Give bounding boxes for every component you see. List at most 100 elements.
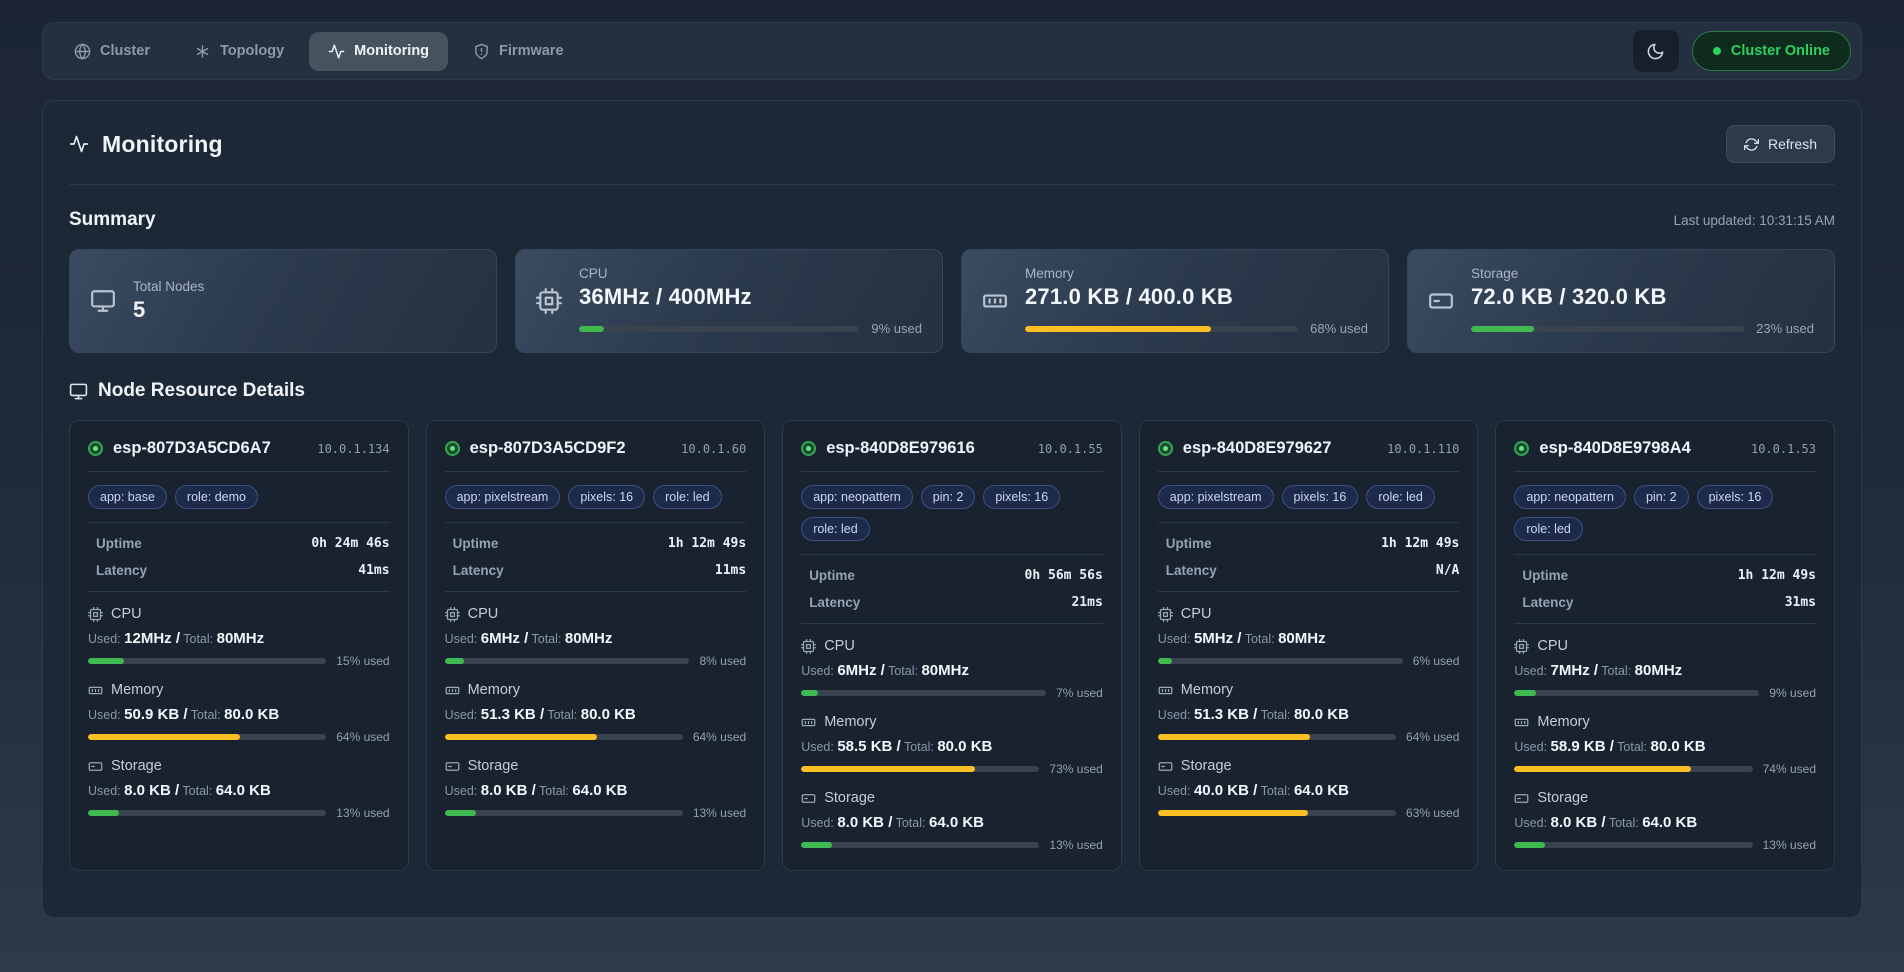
tab-topology[interactable]: Topology <box>175 32 303 71</box>
node-tag: role: led <box>801 517 869 541</box>
percent-used-label: 68% used <box>1310 321 1368 336</box>
percent-used-label: 13% used <box>1049 838 1102 852</box>
progress-track <box>1158 810 1396 816</box>
node-card: esp-840D8E979627 10.0.1.110 app: pixelst… <box>1139 420 1479 871</box>
tab-firmware[interactable]: Firmware <box>454 32 582 71</box>
divider <box>1514 471 1816 472</box>
divider <box>445 471 747 472</box>
memory-icon <box>445 683 460 698</box>
node-name: esp-840D8E979627 <box>1183 439 1332 458</box>
cluster-status-badge[interactable]: Cluster Online <box>1692 31 1851 71</box>
summary-heading: Summary <box>69 209 156 231</box>
latency-value: N/A <box>1436 563 1459 578</box>
total-value: 80MHz <box>1278 630 1326 647</box>
percent-used-label: 13% used <box>336 806 389 820</box>
uptime-label: Uptime <box>1166 536 1212 551</box>
summary-card-label: Total Nodes <box>133 279 476 294</box>
resource-progress: 64% used <box>1158 730 1460 744</box>
latency-value: 31ms <box>1785 595 1816 610</box>
progress-track <box>1158 734 1396 740</box>
node-tag: pixels: 16 <box>983 485 1060 509</box>
progress-track <box>801 842 1039 848</box>
resource-usage: Used: 8.0 KB / Total: 64.0 KB <box>1514 814 1816 831</box>
page-title: Monitoring <box>102 131 223 158</box>
total-value: 80MHz <box>217 630 265 647</box>
percent-used-label: 6% used <box>1413 654 1460 668</box>
percent-used-label: 15% used <box>336 654 389 668</box>
percent-used-label: 64% used <box>336 730 389 744</box>
refresh-label: Refresh <box>1768 136 1817 152</box>
resource-section: CPU Used: 6MHz / Total: 80MHz 8% used <box>445 606 747 668</box>
progress-track <box>445 658 690 664</box>
uptime-row: Uptime 1h 12m 49s <box>1158 536 1460 551</box>
progress-fill <box>1514 690 1536 696</box>
resource-usage: Used: 58.5 KB / Total: 80.0 KB <box>801 738 1103 755</box>
latency-label: Latency <box>1166 563 1217 578</box>
latency-row: Latency 31ms <box>1514 595 1816 610</box>
uptime-value: 1h 12m 49s <box>1738 568 1816 583</box>
total-value: 64.0 KB <box>216 782 271 799</box>
uptime-row: Uptime 1h 12m 49s <box>1514 568 1816 583</box>
tab-cluster[interactable]: Cluster <box>55 32 169 71</box>
progress-track <box>88 658 326 664</box>
progress-track <box>445 810 683 816</box>
memory-icon <box>801 715 816 730</box>
node-name: esp-840D8E9798A4 <box>1539 439 1690 458</box>
latency-row: Latency N/A <box>1158 563 1460 578</box>
resource-progress: 13% used <box>88 806 390 820</box>
resource-name: Memory <box>468 682 520 698</box>
progress-fill <box>1158 810 1308 816</box>
progress-track <box>88 810 326 816</box>
uptime-row: Uptime 0h 24m 46s <box>88 536 390 551</box>
node-tag: app: pixelstream <box>1158 485 1274 509</box>
used-value: 6MHz <box>837 662 880 679</box>
node-name: esp-840D8E979616 <box>826 439 975 458</box>
divider <box>88 471 390 472</box>
divider <box>1158 522 1460 523</box>
node-online-dot-icon <box>1158 441 1173 456</box>
percent-used-label: 13% used <box>693 806 746 820</box>
storage-icon <box>445 759 460 774</box>
resource-usage: Used: 51.3 KB / Total: 80.0 KB <box>445 706 747 723</box>
resource-progress: 13% used <box>445 806 747 820</box>
divider <box>801 471 1103 472</box>
percent-used-label: 9% used <box>871 321 922 336</box>
tab-monitoring[interactable]: Monitoring <box>309 32 448 71</box>
progress-fill <box>801 690 818 696</box>
resource-section: CPU Used: 5MHz / Total: 80MHz 6% used <box>1158 606 1460 668</box>
resource-name: Memory <box>1181 682 1233 698</box>
node-header: esp-807D3A5CD9F2 10.0.1.60 <box>445 439 747 458</box>
node-header: esp-807D3A5CD6A7 10.0.1.134 <box>88 439 390 458</box>
resource-section: Memory Used: 51.3 KB / Total: 80.0 KB 64… <box>1158 682 1460 744</box>
resource-progress: 64% used <box>445 730 747 744</box>
divider <box>801 623 1103 624</box>
progress-track <box>1514 690 1759 696</box>
node-ip: 10.0.1.55 <box>1038 442 1103 456</box>
progress-track <box>445 734 683 740</box>
resource-progress: 6% used <box>1158 654 1460 668</box>
summary-grid: Total Nodes 5 CPU 36MHz / 400MHz 9% used… <box>69 249 1835 353</box>
used-value: 51.3 KB <box>481 706 540 723</box>
latency-value: 41ms <box>358 563 389 578</box>
divider <box>801 554 1103 555</box>
uptime-label: Uptime <box>96 536 142 551</box>
progress-fill <box>1471 326 1534 332</box>
node-card: esp-840D8E9798A4 10.0.1.53 app: neopatte… <box>1495 420 1835 871</box>
activity-icon <box>69 134 89 154</box>
refresh-button[interactable]: Refresh <box>1726 125 1835 163</box>
summary-header: Summary Last updated: 10:31:15 AM <box>69 209 1835 231</box>
resource-name: Memory <box>1537 714 1589 730</box>
percent-used-label: 7% used <box>1056 686 1103 700</box>
resource-section: Storage Used: 8.0 KB / Total: 64.0 KB 13… <box>801 790 1103 852</box>
summary-card: Memory 271.0 KB / 400.0 KB 68% used <box>961 249 1389 353</box>
used-value: 7MHz <box>1551 662 1594 679</box>
used-value: 51.3 KB <box>1194 706 1253 723</box>
node-tag: role: led <box>653 485 721 509</box>
node-online-dot-icon <box>88 441 103 456</box>
resource-name: Storage <box>111 758 162 774</box>
total-value: 80.0 KB <box>1651 738 1706 755</box>
progress-track <box>801 766 1039 772</box>
cpu-icon <box>801 639 816 654</box>
theme-toggle-button[interactable] <box>1633 30 1679 72</box>
node-name: esp-807D3A5CD6A7 <box>113 439 271 458</box>
